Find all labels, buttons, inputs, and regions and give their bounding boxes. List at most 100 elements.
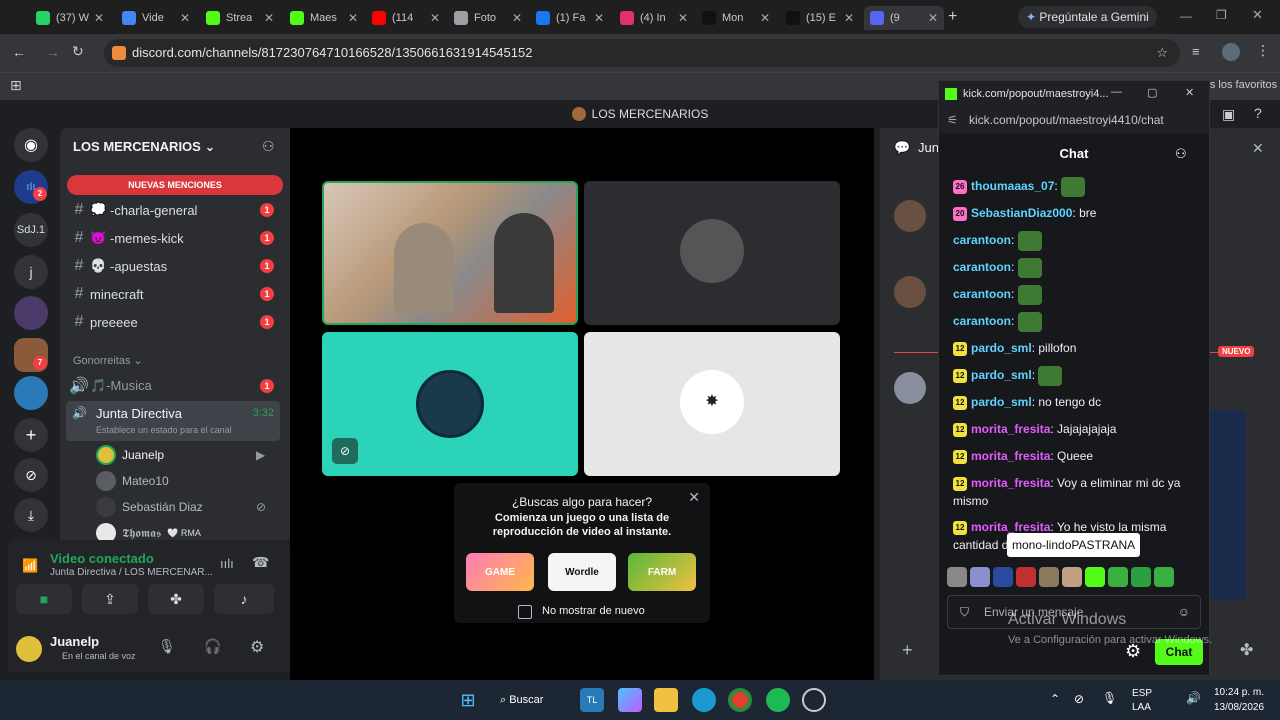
video-location-label[interactable]: Junta Directiva / LOS MERCENAR...: [50, 567, 213, 578]
browser-tab[interactable]: (114 ✕: [366, 6, 446, 30]
chat-message[interactable]: carantoon:: [953, 312, 1201, 332]
chevron-up-icon[interactable]: ⌃: [1050, 692, 1060, 706]
emote[interactable]: [1039, 567, 1059, 587]
chat-username[interactable]: carantoon: [953, 260, 1011, 274]
browser-tab[interactable]: Vide ✕: [116, 6, 196, 30]
media-icon[interactable]: ≡: [1192, 44, 1200, 59]
chat-message[interactable]: carantoon:: [953, 285, 1201, 305]
chat-message[interactable]: 12 pardo_sml:: [953, 366, 1201, 386]
close-tab-icon[interactable]: ✕: [180, 11, 190, 25]
invite-icon[interactable]: ⚇: [262, 138, 275, 155]
channel-musica[interactable]: 🔊 🎵-Musica 1: [68, 373, 282, 399]
network-icon[interactable]: ⊘: [1074, 692, 1084, 706]
category-gonorreitas[interactable]: Gonorreitas ⌄: [73, 354, 143, 367]
browser-tab[interactable]: (4) In ✕: [614, 6, 694, 30]
channel-item[interactable]: # 💀 -apuestas 1: [68, 253, 282, 279]
video-tile-juanelp[interactable]: [322, 181, 578, 325]
chat-username[interactable]: carantoon: [953, 233, 1011, 247]
close-icon[interactable]: ✕: [1252, 140, 1264, 157]
app-icon-copilot[interactable]: [618, 688, 642, 712]
chat-message[interactable]: carantoon:: [953, 231, 1201, 251]
start-icon[interactable]: ⊞: [456, 688, 480, 712]
chat-username[interactable]: morita_fresita: [971, 449, 1050, 463]
close-tab-icon[interactable]: ✕: [928, 11, 938, 25]
apps-icon[interactable]: ✤: [1240, 640, 1253, 660]
add-attachment-icon[interactable]: +: [902, 640, 913, 661]
new-tab-button[interactable]: +: [948, 8, 957, 26]
chat-username[interactable]: morita_fresita: [971, 422, 1050, 436]
chat-message[interactable]: carantoon:: [953, 258, 1201, 278]
emote[interactable]: [1108, 567, 1128, 587]
close-tab-icon[interactable]: ✕: [94, 11, 104, 25]
dont-show-checkbox[interactable]: [518, 605, 532, 619]
chat-username[interactable]: morita_fresita: [971, 520, 1050, 534]
profile-avatar[interactable]: [1222, 43, 1240, 61]
chat-message[interactable]: 12 pardo_sml: pillofon: [953, 339, 1201, 357]
browser-tab[interactable]: (15) E ✕: [780, 6, 860, 30]
bookmark-star-icon[interactable]: ☆: [1156, 39, 1168, 67]
video-tile-mateo[interactable]: [584, 181, 840, 325]
file-explorer-icon[interactable]: [654, 688, 678, 712]
browser-tab[interactable]: Mon ✕: [696, 6, 776, 30]
screenshare-button[interactable]: ⇪: [82, 584, 138, 614]
emote[interactable]: [970, 567, 990, 587]
voice-user-mateo[interactable]: Mateo10: [96, 469, 169, 493]
settings-gear-icon[interactable]: ⚙: [250, 637, 264, 657]
noise-icon[interactable]: ıılı: [220, 556, 234, 571]
disconnect-icon[interactable]: ☎: [252, 554, 269, 571]
server-icon-dark[interactable]: [14, 296, 48, 330]
download-icon[interactable]: ⤓: [14, 498, 48, 532]
clock-time[interactable]: 10:24 p. m.: [1214, 687, 1264, 698]
maximize-button[interactable]: ▢: [1147, 86, 1157, 99]
activities-button[interactable]: ✤: [148, 584, 204, 614]
soundboard-button[interactable]: ♪: [214, 584, 274, 614]
channel-item[interactable]: # 💭 -charla-general 1: [68, 197, 282, 223]
server-icon-j[interactable]: j: [14, 255, 48, 289]
video-tile-thomas[interactable]: ✸: [584, 332, 840, 476]
chat-username[interactable]: pardo_sml: [971, 341, 1032, 355]
chrome-icon[interactable]: [728, 688, 752, 712]
url-input[interactable]: discord.com/channels/817230764710166528/…: [104, 39, 1180, 67]
chat-username[interactable]: morita_fresita: [971, 476, 1050, 490]
microphone-icon[interactable]: 🎙: [1102, 691, 1117, 705]
back-icon[interactable]: ←: [12, 44, 26, 60]
chat-username[interactable]: carantoon: [953, 287, 1011, 301]
channel-item[interactable]: # minecraft 1: [68, 281, 282, 307]
voice-channel-status[interactable]: Establece un estado para el canal: [96, 425, 232, 435]
chat-message[interactable]: 12 pardo_sml: no tengo dc: [953, 393, 1201, 411]
forward-icon[interactable]: →: [46, 44, 60, 60]
close-window-button[interactable]: ✕: [1252, 7, 1263, 23]
browser-tab[interactable]: Foto ✕: [448, 6, 528, 30]
browser-tab[interactable]: Maes ✕: [284, 6, 364, 30]
server-name-header[interactable]: LOS MERCENARIOS ⌄: [73, 139, 215, 155]
channel-item[interactable]: # 👿 -memes-kick 1: [68, 225, 282, 251]
server-icon-blue[interactable]: [14, 376, 48, 410]
chat-message[interactable]: 20 SebastianDiaz000: bre: [953, 204, 1201, 222]
emote[interactable]: [1016, 567, 1036, 587]
explore-icon[interactable]: ⊘: [14, 458, 48, 492]
kick-url-bar[interactable]: ⚟ kick.com/popout/maestroyi4410/chat: [939, 107, 1209, 133]
close-tab-icon[interactable]: ✕: [348, 11, 358, 25]
close-tab-icon[interactable]: ✕: [512, 11, 522, 25]
close-window-button[interactable]: ✕: [1185, 86, 1194, 99]
chat-message[interactable]: 12 morita_fresita: Voy a eliminar mi dc y…: [953, 474, 1201, 510]
close-tab-icon[interactable]: ✕: [678, 11, 688, 25]
chat-message[interactable]: 12 morita_fresita: Queee: [953, 447, 1201, 465]
emote[interactable]: [1154, 567, 1174, 587]
language-indicator[interactable]: ESP: [1132, 688, 1152, 699]
headphones-icon[interactable]: 🎧: [204, 638, 221, 655]
emote[interactable]: [1131, 567, 1151, 587]
search-box[interactable]: ⌕ Buscar: [500, 688, 560, 712]
video-tile-sebastian[interactable]: ⊘: [322, 332, 578, 476]
emote[interactable]: [1085, 567, 1105, 587]
minimize-button[interactable]: —: [1111, 86, 1122, 98]
browser-tab[interactable]: Strea ✕: [200, 6, 280, 30]
site-info-icon[interactable]: ⚟: [947, 113, 958, 127]
chat-username[interactable]: pardo_sml: [971, 395, 1032, 409]
browser-tab[interactable]: (37) W ✕: [30, 6, 110, 30]
new-mentions-pill[interactable]: NUEVAS MENCIONES: [67, 175, 283, 195]
game-card-wordle[interactable]: Wordle: [548, 553, 616, 591]
voice-user-sebastian[interactable]: Sebastián Diaz ⊘: [96, 495, 266, 519]
apps-icon[interactable]: ⊞: [10, 77, 22, 94]
discord-home-icon[interactable]: ◉: [14, 128, 48, 162]
